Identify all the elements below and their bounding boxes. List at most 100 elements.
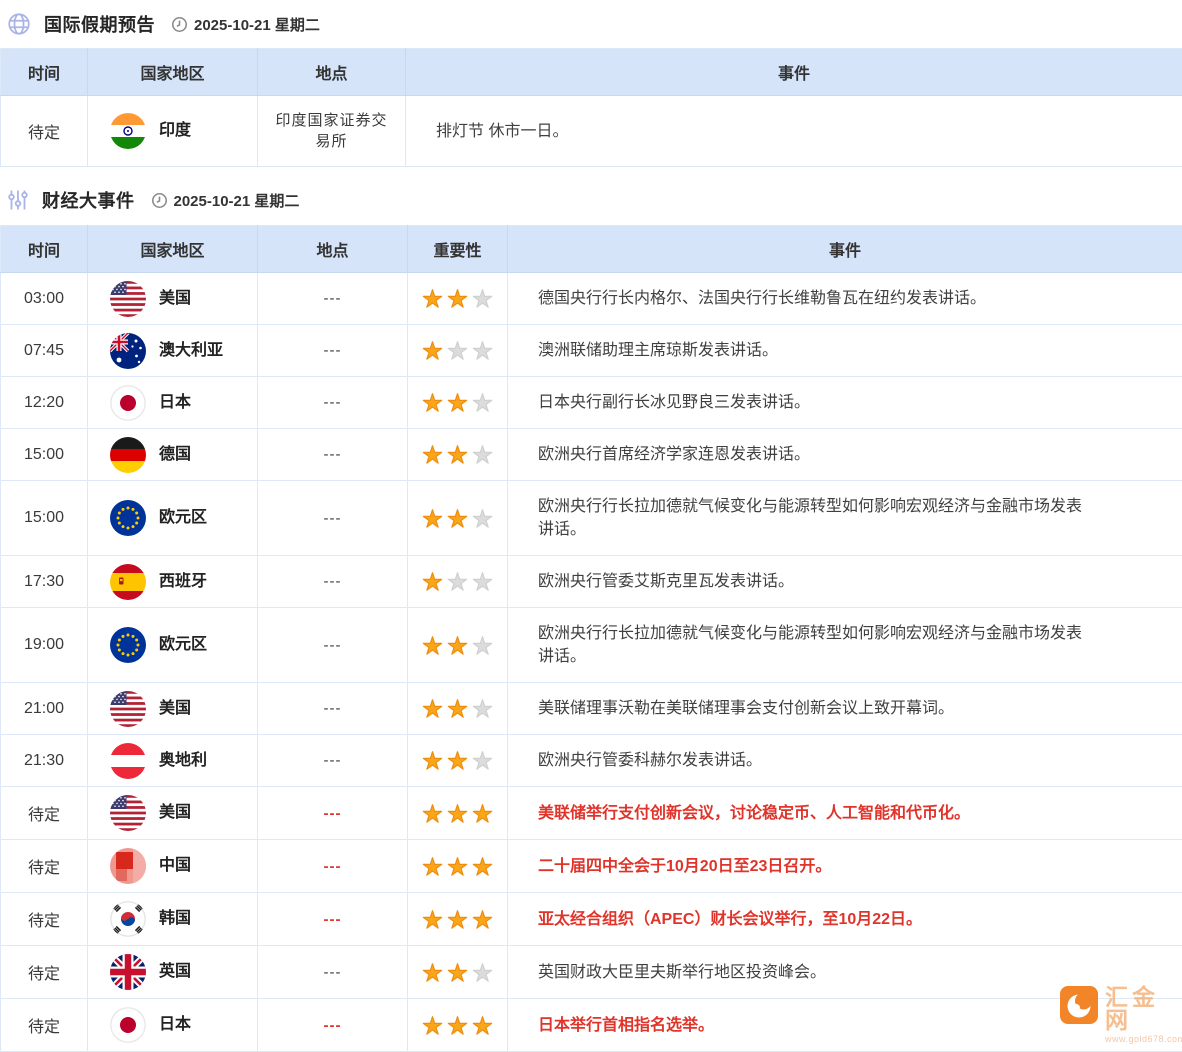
time-cell: 待定 bbox=[1, 840, 88, 893]
flag-eu-icon bbox=[110, 500, 146, 536]
importance-stars bbox=[408, 325, 508, 377]
event-text: 亚太经合组织（APEC）财长会议举行，至10月22日。 bbox=[508, 893, 1182, 946]
event-text: 欧洲央行管委艾斯克里瓦发表讲话。 bbox=[508, 556, 1182, 608]
events-section: 财经大事件 2025-10-21 星期二 时间国家地区地点重要性事件 03:00… bbox=[0, 167, 1182, 1052]
watermark-site-name: 汇金网 bbox=[1105, 986, 1182, 1032]
country-cell: 美国 bbox=[88, 787, 258, 840]
location-cell: --- bbox=[258, 840, 408, 893]
table-row: 待定 美国 --- 美联储举行支付创新会议，讨论稳定币、人工智能和代币化。 bbox=[1, 787, 1182, 840]
importance-stars bbox=[408, 683, 508, 735]
country-cell: 欧元区 bbox=[88, 608, 258, 683]
flag-gb-icon bbox=[110, 954, 146, 990]
table-row: 待定中国---二十届四中全会于10月20日至23日召开。 bbox=[1, 840, 1182, 893]
event-text: 欧洲央行行长拉加德就气候变化与能源转型如何影响宏观经济与金融市场发表讲话。 bbox=[508, 481, 1182, 556]
clock-icon bbox=[151, 192, 168, 209]
flag-at-icon bbox=[110, 743, 146, 779]
country-name: 欧元区 bbox=[159, 507, 207, 529]
flag-in-icon bbox=[110, 113, 146, 149]
importance-stars bbox=[408, 893, 508, 946]
importance-stars bbox=[408, 608, 508, 683]
table-row: 15:00 德国 --- 欧洲央行首席经济学家连恩发表讲话。 bbox=[1, 429, 1182, 481]
location-cell: --- bbox=[258, 787, 408, 840]
table-row: 待定英国---英国财政大臣里夫斯举行地区投资峰会。 bbox=[1, 946, 1182, 999]
flag-es-icon bbox=[110, 564, 146, 600]
country-name: 英国 bbox=[159, 961, 191, 983]
importance-stars bbox=[408, 946, 508, 999]
time-cell: 15:00 bbox=[1, 481, 88, 556]
country-cell: 英国 bbox=[88, 946, 258, 999]
column-header: 国家地区 bbox=[88, 226, 258, 273]
event-text: 美联储理事沃勒在美联储理事会支付创新会议上致开幕词。 bbox=[508, 683, 1182, 735]
importance-stars bbox=[408, 999, 508, 1052]
country-cell: 中国 bbox=[88, 840, 258, 893]
location-cell: --- bbox=[258, 683, 408, 735]
time-cell: 19:00 bbox=[1, 608, 88, 683]
column-header: 时间 bbox=[1, 49, 88, 96]
time-cell: 03:00 bbox=[1, 273, 88, 325]
importance-stars bbox=[408, 787, 508, 840]
importance-stars bbox=[408, 429, 508, 481]
time-cell: 17:30 bbox=[1, 556, 88, 608]
holiday-table-header-row: 时间国家地区地点事件 bbox=[1, 49, 1182, 96]
time-cell: 待定 bbox=[1, 999, 88, 1052]
country-name: 美国 bbox=[159, 802, 191, 824]
event-text: 澳洲联储助理主席琼斯发表讲话。 bbox=[508, 325, 1182, 377]
country-cell: 日本 bbox=[88, 377, 258, 429]
flag-kr-icon bbox=[110, 901, 146, 937]
column-header: 地点 bbox=[258, 49, 406, 96]
flag-us-icon bbox=[110, 795, 146, 831]
country-name: 澳大利亚 bbox=[159, 340, 223, 362]
country-name: 欧元区 bbox=[159, 634, 207, 656]
location-cell: --- bbox=[258, 429, 408, 481]
time-cell: 待定 bbox=[1, 96, 88, 167]
table-row: 待定日本---日本举行首相指名选举。 bbox=[1, 999, 1182, 1052]
column-header: 时间 bbox=[1, 226, 88, 273]
importance-stars bbox=[408, 377, 508, 429]
time-cell: 待定 bbox=[1, 787, 88, 840]
importance-stars bbox=[408, 840, 508, 893]
country-name: 奥地利 bbox=[159, 750, 207, 772]
country-name: 美国 bbox=[159, 698, 191, 720]
country-cell: 印度 bbox=[88, 96, 258, 167]
clock-icon bbox=[171, 16, 188, 33]
location-cell: --- bbox=[258, 735, 408, 787]
table-row: 19:00欧元区---欧洲央行行长拉加德就气候变化与能源转型如何影响宏观经济与金… bbox=[1, 608, 1182, 683]
location-cell: --- bbox=[258, 556, 408, 608]
location-cell: --- bbox=[258, 325, 408, 377]
flag-jp-icon bbox=[110, 385, 146, 421]
column-header: 重要性 bbox=[408, 226, 508, 273]
location-cell: 印度国家证券交易所 bbox=[258, 96, 406, 167]
country-cell: 西班牙 bbox=[88, 556, 258, 608]
sliders-icon bbox=[6, 188, 30, 212]
flag-cn-icon bbox=[110, 848, 146, 884]
column-header: 地点 bbox=[258, 226, 408, 273]
globe-icon bbox=[6, 11, 32, 37]
country-name: 德国 bbox=[159, 444, 191, 466]
flag-eu-icon bbox=[110, 627, 146, 663]
events-section-date: 2025-10-21 星期二 bbox=[174, 190, 300, 211]
time-cell: 待定 bbox=[1, 893, 88, 946]
holiday-section: 国际假期预告 2025-10-21 星期二 时间国家地区地点事件 待定 印度 印度国… bbox=[0, 0, 1182, 167]
country-cell: 美国 bbox=[88, 273, 258, 325]
location-cell: --- bbox=[258, 377, 408, 429]
event-text: 美联储举行支付创新会议，讨论稳定币、人工智能和代币化。 bbox=[508, 787, 1182, 840]
flag-us-icon bbox=[110, 281, 146, 317]
importance-stars bbox=[408, 735, 508, 787]
time-cell: 15:00 bbox=[1, 429, 88, 481]
importance-stars bbox=[408, 481, 508, 556]
time-cell: 21:30 bbox=[1, 735, 88, 787]
country-cell: 澳大利亚 bbox=[88, 325, 258, 377]
flag-jp-icon bbox=[110, 1007, 146, 1043]
event-text: 德国央行行长内格尔、法国央行行长维勒鲁瓦在纽约发表讲话。 bbox=[508, 273, 1182, 325]
time-cell: 21:00 bbox=[1, 683, 88, 735]
events-table: 时间国家地区地点重要性事件 03:00美国---德国央行行长内格尔、法国央行行长… bbox=[0, 225, 1182, 1052]
holiday-section-header: 国际假期预告 2025-10-21 星期二 bbox=[0, 0, 1182, 48]
gold678-logo-icon bbox=[1060, 986, 1098, 1029]
event-text: 日本央行副行长冰见野良三发表讲话。 bbox=[508, 377, 1182, 429]
table-row: 21:00 美国 --- 美联储理事沃勒在美联储理事会支付创新会议上致开幕词。 bbox=[1, 683, 1182, 735]
event-text: 欧洲央行首席经济学家连恩发表讲话。 bbox=[508, 429, 1182, 481]
location-cell: --- bbox=[258, 481, 408, 556]
country-name: 印度 bbox=[159, 120, 191, 142]
importance-stars bbox=[408, 556, 508, 608]
country-cell: 奥地利 bbox=[88, 735, 258, 787]
